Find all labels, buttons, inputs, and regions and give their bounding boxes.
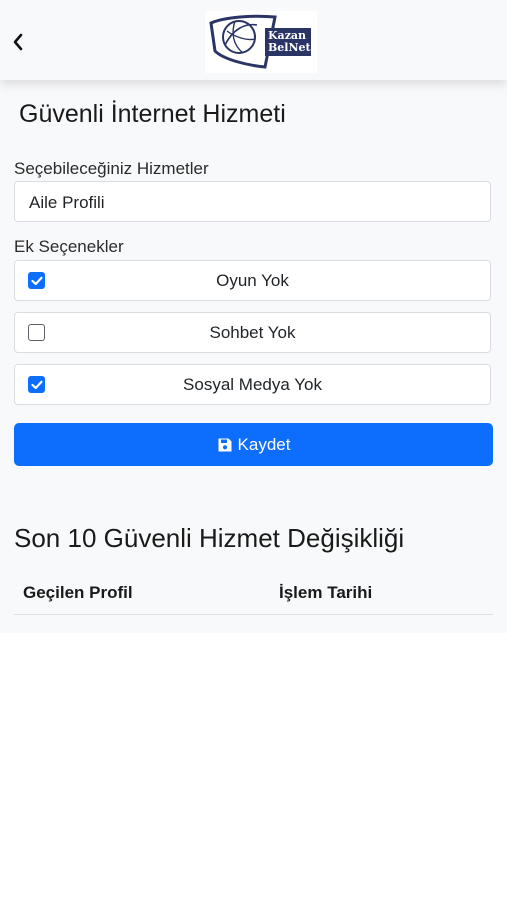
option-label-sohbet-yok: Sohbet Yok (209, 323, 296, 342)
option-label-sosyal-medya-yok: Sosyal Medya Yok (183, 375, 322, 394)
history-title: Son 10 Güvenli Hizmet Değişikliği (14, 523, 405, 553)
service-select[interactable]: Aile Profili (14, 181, 491, 222)
column-header-profile: Geçilen Profil (23, 583, 133, 602)
option-oyun-yok[interactable]: Oyun Yok (14, 260, 491, 301)
page-title: Güvenli İnternet Hizmeti (19, 100, 286, 128)
kazan-belnet-logo: Kazan BelNet (205, 11, 317, 73)
app-container: Kazan BelNet Güvenli İnternet Hizmeti Se… (0, 0, 507, 633)
services-label: Seçebileceğiniz Hizmetler (14, 159, 209, 178)
option-sohbet-yok[interactable]: Sohbet Yok (14, 312, 491, 353)
floppy-disk-icon (217, 437, 233, 453)
save-button-label: Kaydet (237, 434, 291, 454)
back-button[interactable] (8, 28, 28, 56)
save-button[interactable]: Kaydet (14, 423, 493, 466)
top-bar: Kazan BelNet (0, 0, 507, 80)
chevron-left-icon (13, 33, 23, 51)
option-label-oyun-yok: Oyun Yok (216, 271, 289, 290)
options-label: Ek Seçenekler (14, 237, 124, 256)
option-sosyal-medya-yok[interactable]: Sosyal Medya Yok (14, 364, 491, 405)
table-header-divider (14, 614, 493, 615)
column-header-date: İşlem Tarihi (279, 583, 373, 602)
logo-text-belnet: BelNet (268, 41, 311, 54)
